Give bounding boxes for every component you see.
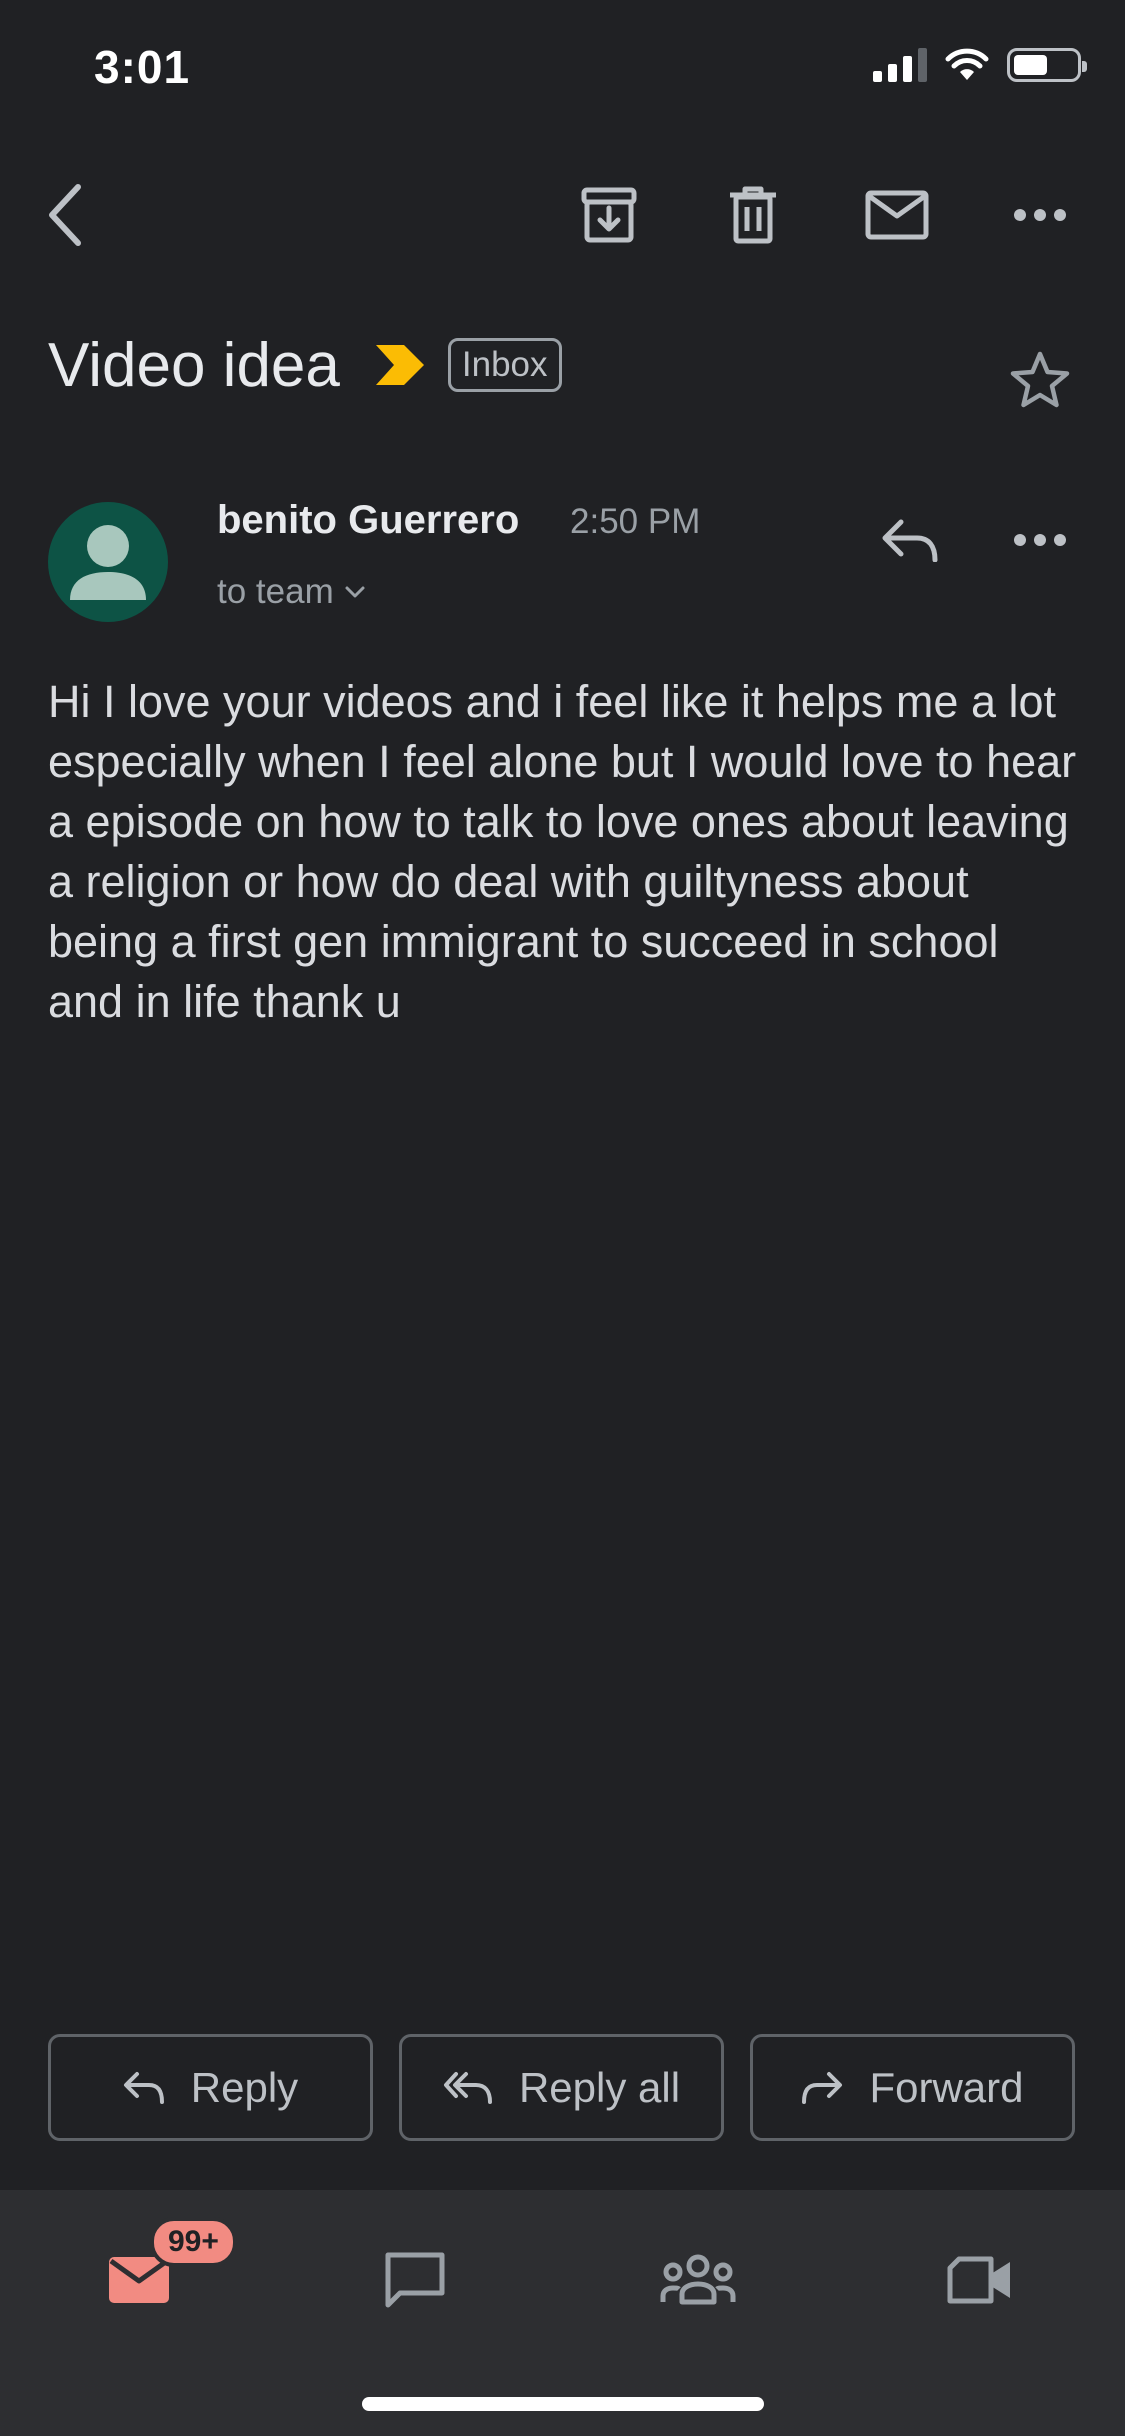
- status-time: 3:01: [94, 41, 191, 93]
- archive-button[interactable]: [564, 170, 654, 260]
- status-icons: [873, 48, 1087, 82]
- subject-row: Video idea Inbox: [48, 320, 562, 410]
- reply-icon: [882, 519, 938, 562]
- recipients-text: to team: [217, 572, 334, 611]
- reply-all-button-label: Reply all: [518, 2063, 681, 2111]
- back-button[interactable]: [20, 170, 110, 260]
- chevron-down-icon: [345, 586, 365, 598]
- reply-all-button[interactable]: Reply all: [399, 2034, 724, 2141]
- email-toolbar: [0, 170, 1125, 260]
- reply-button[interactable]: Reply: [48, 2034, 373, 2141]
- more-horizontal-icon: [1014, 534, 1066, 546]
- forward-icon: [802, 2071, 843, 2104]
- battery-icon: [1007, 48, 1087, 82]
- nav-chat-tab[interactable]: [355, 2235, 475, 2325]
- mark-unread-button[interactable]: [852, 170, 942, 260]
- reply-all-icon: [443, 2071, 492, 2104]
- cellular-signal-icon: [873, 48, 927, 82]
- people-group-icon: [660, 2254, 736, 2305]
- quick-reply-button[interactable]: [870, 500, 950, 580]
- email-actions: Reply Reply all Forward: [48, 2034, 1077, 2141]
- archive-icon: [581, 187, 637, 243]
- home-indicator[interactable]: [362, 2397, 764, 2411]
- more-options-button[interactable]: [995, 170, 1085, 260]
- wifi-icon: [945, 48, 989, 80]
- envelope-icon: [865, 190, 929, 240]
- chevron-left-icon: [49, 184, 81, 246]
- delete-button[interactable]: [708, 170, 798, 260]
- sender-name: benito Guerrero: [217, 498, 520, 542]
- trash-icon: [730, 186, 776, 244]
- sender-avatar[interactable]: [48, 502, 168, 622]
- chat-icon: [385, 2252, 445, 2308]
- message-more-button[interactable]: [1000, 500, 1080, 580]
- recipients-toggle[interactable]: to team: [217, 572, 366, 612]
- video-camera-icon: [947, 2256, 1010, 2304]
- email-subject: Video idea: [48, 330, 340, 400]
- email-detail-screen: 3:01 Video idea Inbox benito Guerrero 2:…: [0, 0, 1125, 2436]
- forward-button[interactable]: Forward: [750, 2034, 1075, 2141]
- star-button[interactable]: [1000, 340, 1080, 420]
- nav-spaces-tab[interactable]: [638, 2235, 758, 2325]
- person-icon: [70, 525, 146, 600]
- importance-marker-icon[interactable]: [374, 343, 426, 387]
- forward-button-label: Forward: [869, 2063, 1024, 2111]
- mail-unread-badge: 99+: [150, 2217, 237, 2267]
- reply-icon: [123, 2071, 164, 2104]
- nav-meet-tab[interactable]: [920, 2235, 1040, 2325]
- star-outline-icon: [1010, 351, 1070, 408]
- email-timestamp: 2:50 PM: [570, 502, 701, 541]
- inbox-label-chip[interactable]: Inbox: [447, 338, 562, 392]
- reply-button-label: Reply: [190, 2063, 299, 2111]
- more-horizontal-icon: [1014, 209, 1066, 221]
- email-body: Hi I love your videos and i feel like it…: [48, 676, 1077, 1027]
- status-bar: 3:01: [0, 0, 1125, 135]
